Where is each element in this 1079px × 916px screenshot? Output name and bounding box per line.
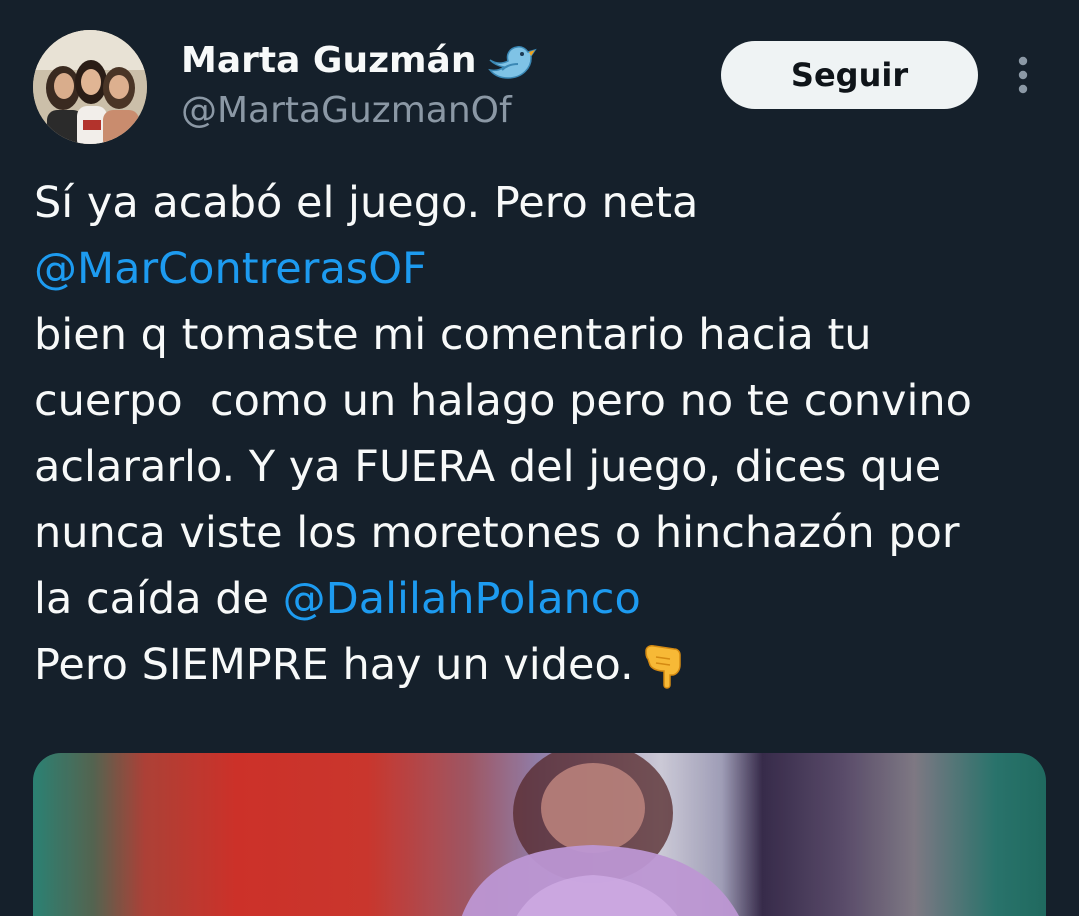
tweet-line: cuerpo como un halago pero no te convino xyxy=(34,376,972,426)
tweet-line: Sí ya acabó el juego. Pero neta xyxy=(34,178,699,228)
tweet-line: aclararlo. Y ya FUERA del juego, dices q… xyxy=(34,442,942,492)
bird-icon xyxy=(486,42,538,82)
author-handle[interactable]: @MartaGuzmanOf xyxy=(181,88,512,134)
avatar[interactable] xyxy=(33,30,147,144)
tweet-line-prefix: la caída de xyxy=(34,574,283,624)
more-options-icon[interactable] xyxy=(1008,52,1038,98)
follow-button[interactable]: Seguir xyxy=(721,41,978,109)
mention-link[interactable]: @MarContrerasOF xyxy=(34,244,427,294)
tweet-line: bien q tomaste mi comentario hacia tu xyxy=(34,310,872,360)
avatar-photo xyxy=(33,30,147,144)
tweet-line: nunca viste los moretones o hinchazón po… xyxy=(34,508,960,558)
tweet-text: Sí ya acabó el juego. Pero neta @MarCont… xyxy=(34,170,1064,698)
point-down-hand-icon xyxy=(640,637,694,691)
author-display-name[interactable]: Marta Guzmán xyxy=(181,38,476,84)
media-video-thumbnail[interactable] xyxy=(33,753,1046,916)
video-frame xyxy=(33,753,1046,916)
tweet-line: Pero SIEMPRE hay un video. xyxy=(34,640,634,690)
mention-link[interactable]: @DalilahPolanco xyxy=(283,574,641,624)
